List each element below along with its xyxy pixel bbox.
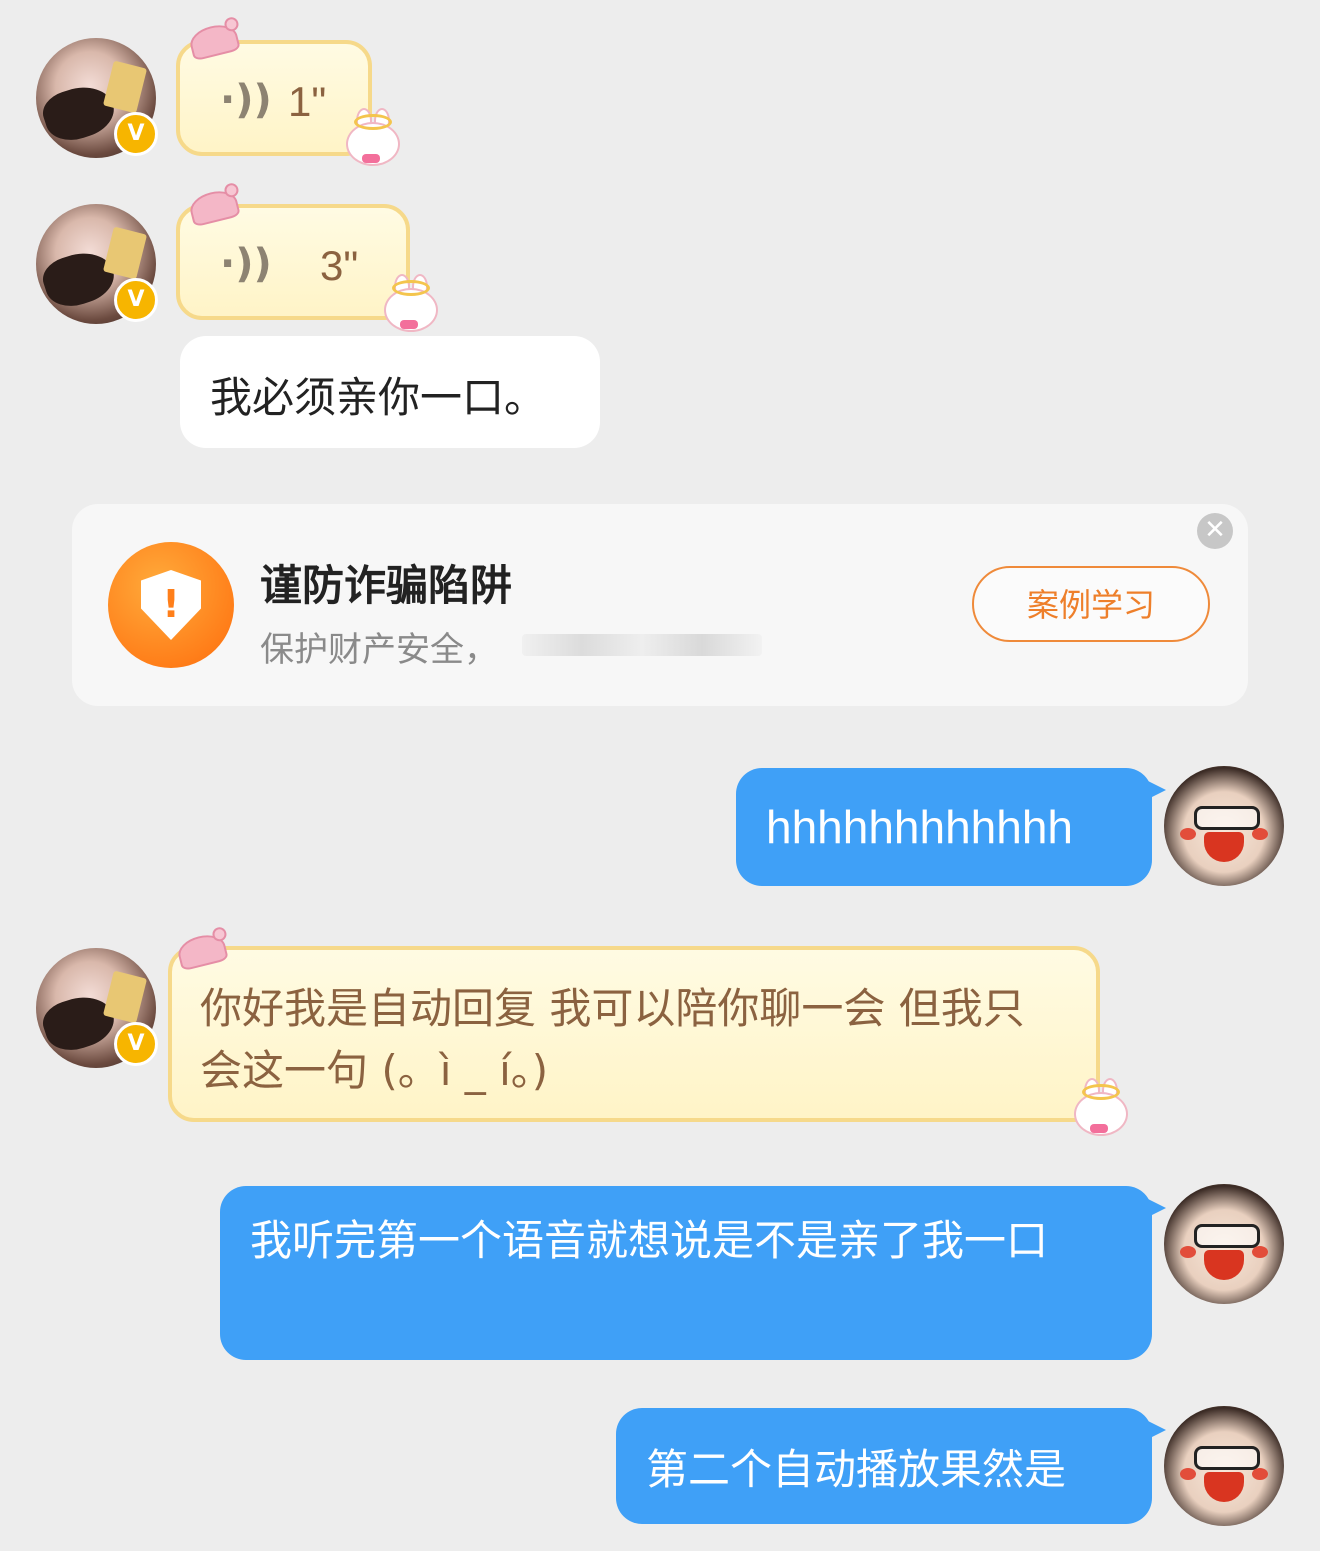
anti-fraud-card: ! 谨防诈骗陷阱 保护财产安全， 案例学习 ✕ <box>72 504 1248 706</box>
avatar-cheek <box>1180 828 1196 840</box>
avatar-glasses <box>1194 1224 1260 1248</box>
avatar-cheek <box>1252 828 1268 840</box>
verified-badge: V <box>114 112 158 156</box>
message-text: 我必须亲你一口。 <box>210 373 547 422</box>
avatar-mouth <box>1204 1472 1244 1502</box>
my-avatar[interactable] <box>1164 766 1284 886</box>
avatar-photo-detail <box>102 60 148 114</box>
card-title: 谨防诈骗陷阱 <box>260 561 513 610</box>
my-avatar[interactable] <box>1164 1406 1284 1526</box>
case-study-button[interactable]: 案例学习 <box>972 566 1210 642</box>
message-text: hhhhhhhhhhhh <box>766 801 1073 853</box>
avatar-glasses <box>1194 806 1260 830</box>
outgoing-text-bubble[interactable]: hhhhhhhhhhhh <box>736 768 1166 886</box>
avatar-cheek <box>1252 1468 1268 1480</box>
message-text: 你好我是自动回复 我可以陪你聊一会 但我只会这一句 (。ì _ í。) <box>200 984 1025 1095</box>
avatar-photo-detail <box>102 226 148 280</box>
outgoing-text-bubble[interactable]: 我听完第一个语音就想说是不是亲了我一口 <box>220 1186 1166 1360</box>
avatar-cheek <box>1252 1246 1268 1258</box>
voice-duration: 1" <box>288 78 327 125</box>
verified-badge: V <box>114 1022 158 1066</box>
avatar-cheek <box>1180 1246 1196 1258</box>
message-text: 第二个自动播放果然是 <box>646 1445 1067 1494</box>
avatar-mouth <box>1204 832 1244 862</box>
bunny-sticker-icon <box>378 274 438 332</box>
avatar-mouth <box>1204 1250 1244 1280</box>
contact-avatar[interactable]: V <box>36 948 158 1068</box>
contact-avatar[interactable]: V <box>36 204 158 324</box>
voice-wave-icon: ·)) <box>220 241 272 287</box>
voice-wave-icon: ·)) <box>220 77 272 123</box>
bunny-sticker-icon <box>1068 1078 1128 1136</box>
auto-reply-bubble[interactable]: 你好我是自动回复 我可以陪你聊一会 但我只会这一句 (。ì _ í。) <box>168 946 1100 1122</box>
contact-avatar[interactable]: V <box>36 38 158 158</box>
voice-duration: 3" <box>320 242 359 289</box>
verified-badge: V <box>114 278 158 322</box>
my-avatar[interactable] <box>1164 1184 1284 1304</box>
outgoing-text-bubble[interactable]: 第二个自动播放果然是 <box>616 1408 1166 1524</box>
avatar-glasses <box>1194 1446 1260 1470</box>
bunny-sticker-icon <box>340 108 400 166</box>
avatar-photo-detail <box>102 970 148 1024</box>
message-text: 我听完第一个语音就想说是不是亲了我一口 <box>250 1216 1049 1265</box>
incoming-text-bubble[interactable]: 我必须亲你一口。 <box>180 336 600 448</box>
card-subtitle: 保护财产安全， <box>260 630 498 670</box>
close-icon[interactable]: ✕ <box>1197 513 1233 549</box>
blurred-text <box>522 634 762 656</box>
shield-warning-icon: ! <box>108 542 234 668</box>
avatar-cheek <box>1180 1468 1196 1480</box>
